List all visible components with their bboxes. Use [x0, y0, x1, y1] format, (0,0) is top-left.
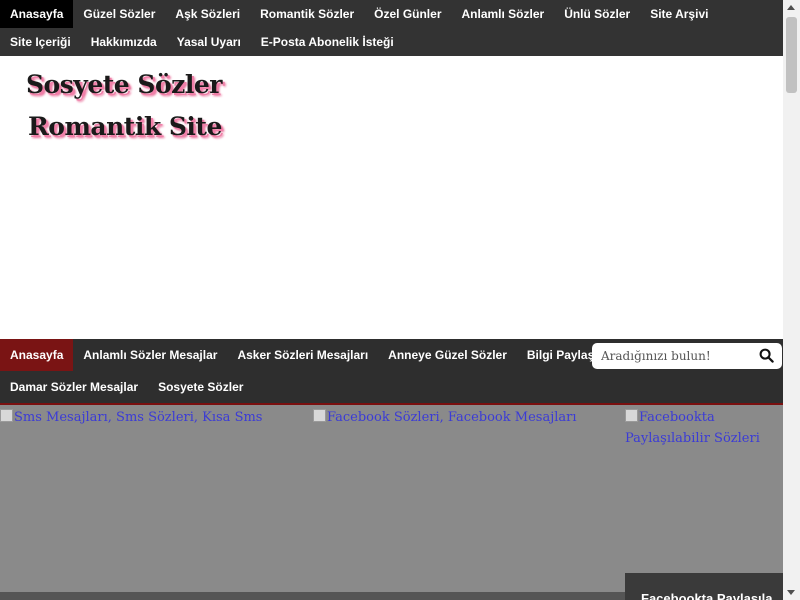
- slide-image-facebook-sozleri[interactable]: Facebook Sözleri, Facebook Mesajları: [313, 407, 577, 428]
- main-nav-row-2: Damar Sözler Mesajlar Sosyete Sözler: [0, 371, 783, 403]
- main-nav-item-anneye-guzel-sozler[interactable]: Anneye Güzel Sözler: [378, 339, 517, 371]
- search-box: [592, 343, 782, 369]
- main-nav-item-anlamli-sozler-mesajlar[interactable]: Anlamlı Sözler Mesajlar: [73, 339, 227, 371]
- main-nav-item-asker-sozleri-mesajlari[interactable]: Asker Sözleri Mesajları: [227, 339, 378, 371]
- search-input[interactable]: [601, 349, 751, 363]
- scroll-down-arrow-icon[interactable]: [787, 590, 795, 595]
- top-nav-item-yasal-uyari[interactable]: Yasal Uyarı: [167, 28, 251, 56]
- main-nav-item-anasayfa[interactable]: Anasayfa: [0, 339, 74, 371]
- site-header: Sosyete Sözler Romantik Site: [0, 56, 783, 339]
- main-nav-item-sosyete-sozler[interactable]: Sosyete Sözler: [148, 371, 253, 403]
- top-nav-item-site-icerigi[interactable]: Site Içeriği: [0, 28, 81, 56]
- site-logo-line-2[interactable]: Romantik Site: [28, 112, 222, 141]
- top-nav-item-anasayfa[interactable]: Anasayfa: [0, 0, 74, 28]
- top-nav-item-site-arsivi[interactable]: Site Arşivi: [640, 0, 718, 28]
- broken-image-icon: [0, 409, 13, 422]
- top-nav-item-ozel-gunler[interactable]: Özel Günler: [364, 0, 451, 28]
- page-scrollbar[interactable]: [783, 0, 800, 600]
- top-nav-row-1: Anasayfa Güzel Sözler Aşk Sözleri Romant…: [0, 0, 783, 28]
- slide-image-alt: Facebook Sözleri, Facebook Mesajları: [327, 410, 577, 425]
- slide-image-facebookta-paylasilabilir[interactable]: Facebookta Paylaşılabilir Sözleri: [625, 407, 783, 449]
- site-logo-line-1[interactable]: Sosyete Sözler: [26, 70, 222, 99]
- top-nav-row-2: Site Içeriği Hakkımızda Yasal Uyarı E-Po…: [0, 28, 783, 56]
- top-nav-item-anlamli-sozler[interactable]: Anlamlı Sözler: [452, 0, 555, 28]
- top-nav-item-hakkimizda[interactable]: Hakkımızda: [81, 28, 167, 56]
- top-nav-item-romantik-sozler[interactable]: Romantik Sözler: [250, 0, 364, 28]
- scrollbar-thumb[interactable]: [786, 17, 797, 93]
- top-nav-item-ask-sozleri[interactable]: Aşk Sözleri: [165, 0, 250, 28]
- search-icon[interactable]: [759, 348, 774, 363]
- slide-image-sms-mesajlari[interactable]: Sms Mesajları, Sms Sözleri, Kısa Sms: [0, 407, 262, 428]
- top-nav: Anasayfa Güzel Sözler Aşk Sözleri Romant…: [0, 0, 783, 56]
- slide-image-alt: Facebookta Paylaşılabilir Sözleri: [625, 410, 760, 446]
- top-nav-item-unlu-sozler[interactable]: Ünlü Sözler: [554, 0, 640, 28]
- broken-image-icon: [313, 409, 326, 422]
- scroll-up-arrow-icon[interactable]: [787, 5, 795, 10]
- slide-caption[interactable]: Facebookta Paylaşıla: [625, 573, 783, 600]
- slider-bottom-bar: [0, 592, 625, 600]
- slide-image-alt: Sms Mesajları, Sms Sözleri, Kısa Sms: [14, 410, 263, 425]
- top-nav-item-guzel-sozler[interactable]: Güzel Sözler: [73, 0, 165, 28]
- featured-slider: Sms Mesajları, Sms Sözleri, Kısa Sms Fac…: [0, 405, 783, 600]
- top-nav-item-eposta-abonelik[interactable]: E-Posta Abonelik İsteği: [251, 28, 404, 56]
- main-nav-item-damar-sozler-mesajlar[interactable]: Damar Sözler Mesajlar: [0, 371, 148, 403]
- broken-image-icon: [625, 409, 638, 422]
